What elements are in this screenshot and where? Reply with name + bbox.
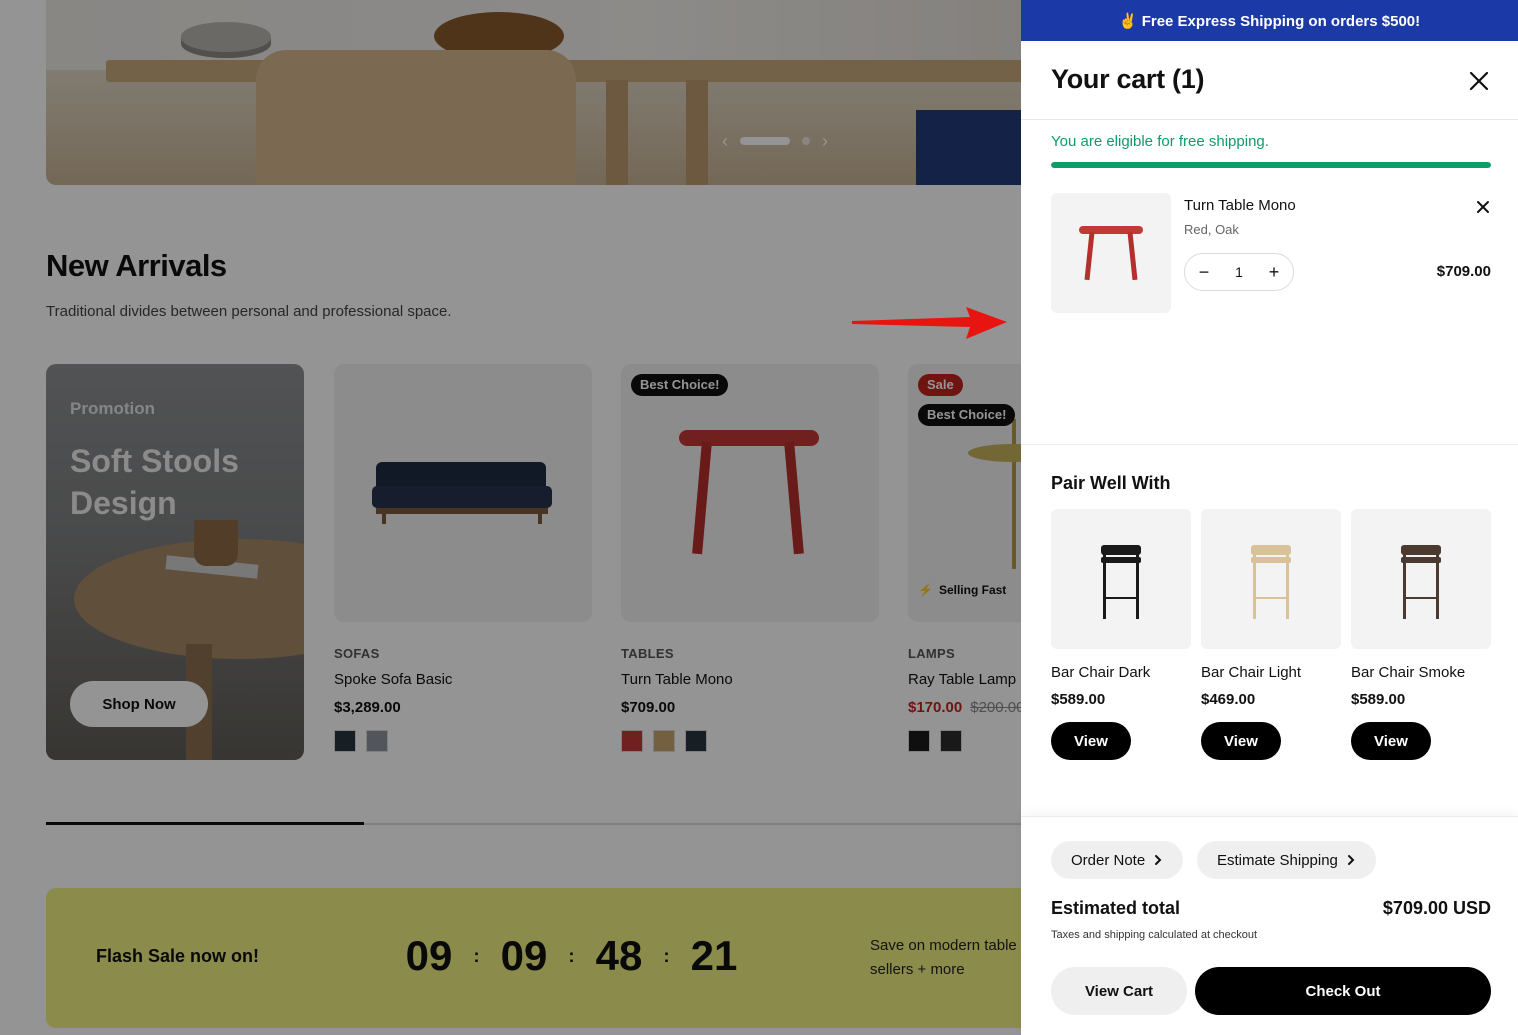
order-note-button[interactable]: Order Note <box>1051 841 1184 879</box>
recommendation-image[interactable] <box>1351 509 1491 649</box>
quantity-value[interactable]: 1 <box>1224 264 1254 280</box>
recommendation-card: Bar Chair Dark $589.00 View <box>1051 509 1191 760</box>
cart-item-price: $709.00 <box>1436 263 1491 280</box>
view-product-button[interactable]: View <box>1201 722 1281 760</box>
view-product-button[interactable]: View <box>1051 722 1131 760</box>
recommendation-name[interactable]: Bar Chair Light <box>1201 664 1341 681</box>
chevron-right-icon <box>1155 855 1162 865</box>
view-product-button[interactable]: View <box>1351 722 1431 760</box>
remove-item-button[interactable] <box>1475 199 1491 215</box>
cart-item-image[interactable] <box>1051 193 1171 313</box>
tax-note: Taxes and shipping calculated at checkou… <box>1051 929 1258 941</box>
order-note-label: Order Note <box>1071 851 1146 869</box>
recommendation-name[interactable]: Bar Chair Smoke <box>1351 664 1491 681</box>
recommendation-name[interactable]: Bar Chair Dark <box>1051 664 1191 681</box>
announcement-bar: ✌ Free Express Shipping on orders $500! <box>1021 0 1518 41</box>
pair-well-with-title: Pair Well With <box>1051 473 1171 493</box>
divider <box>1021 444 1518 445</box>
estimate-shipping-label: Estimate Shipping <box>1217 851 1338 869</box>
cart-title: Your cart (1) <box>1051 64 1205 94</box>
free-shipping-progress-fill <box>1051 162 1491 168</box>
checkout-button[interactable]: Check Out <box>1195 967 1491 1015</box>
decrease-quantity-button[interactable]: − <box>1193 261 1215 283</box>
cart-header: Your cart (1) <box>1021 41 1518 120</box>
cart-item-variant: Red, Oak <box>1184 222 1239 237</box>
close-cart-button[interactable] <box>1465 67 1493 95</box>
close-icon <box>1477 201 1489 213</box>
cart-line-item: Turn Table Mono Red, Oak − 1 + $709.00 <box>1051 193 1491 313</box>
recommendation-price: $589.00 <box>1051 691 1106 708</box>
cart-item-name[interactable]: Turn Table Mono <box>1184 197 1296 214</box>
free-shipping-message: You are eligible for free shipping. <box>1051 133 1269 150</box>
estimate-shipping-button[interactable]: Estimate Shipping <box>1197 841 1376 879</box>
cart-drawer: ✌ Free Express Shipping on orders $500! … <box>1021 0 1518 1035</box>
free-shipping-progress <box>1051 162 1491 168</box>
view-cart-button[interactable]: View Cart <box>1051 967 1187 1015</box>
estimated-total-label: Estimated total <box>1051 898 1181 918</box>
recommendation-card: Bar Chair Light $469.00 View <box>1201 509 1341 760</box>
recommendation-price: $469.00 <box>1201 691 1256 708</box>
quantity-stepper: − 1 + <box>1184 253 1294 291</box>
recommendation-image[interactable] <box>1201 509 1341 649</box>
modal-backdrop[interactable] <box>0 0 1021 1035</box>
cart-footer: Order Note Estimate Shipping Estimated t… <box>1021 816 1518 1035</box>
close-icon <box>1469 71 1489 91</box>
red-arrow-annotation <box>852 307 1007 339</box>
increase-quantity-button[interactable]: + <box>1263 261 1285 283</box>
recommendation-price: $589.00 <box>1351 691 1406 708</box>
recommendation-card: Bar Chair Smoke $589.00 View <box>1351 509 1491 760</box>
recommendation-image[interactable] <box>1051 509 1191 649</box>
chevron-right-icon <box>1347 855 1355 865</box>
estimated-total-value: $709.00 USD <box>1382 898 1491 918</box>
